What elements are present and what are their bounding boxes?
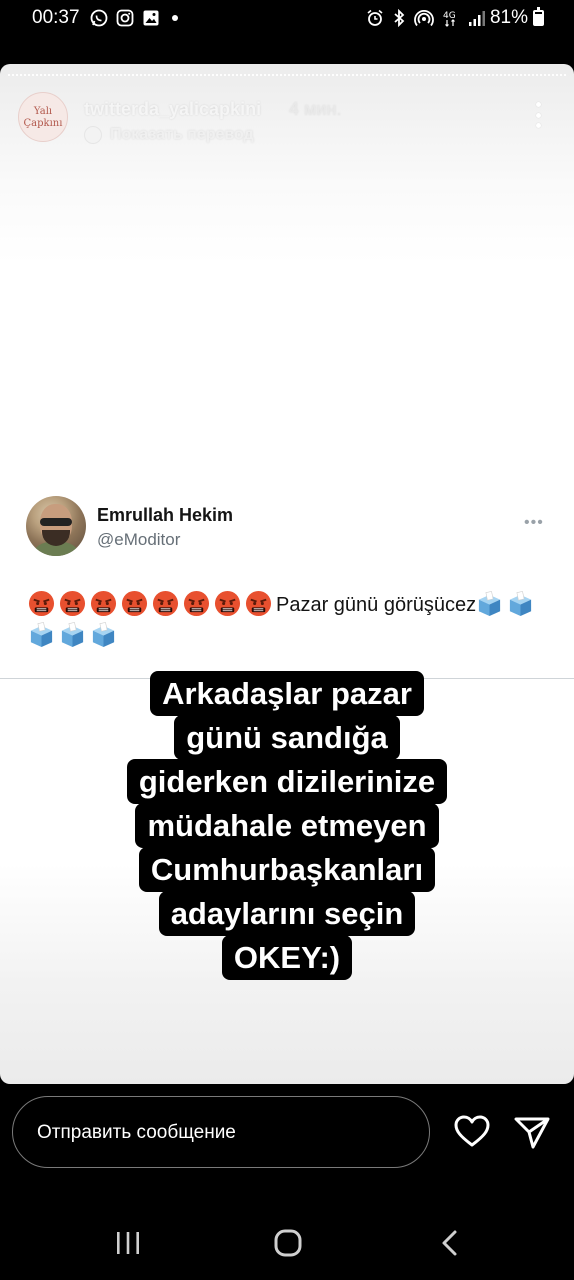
angry-face-emoji	[214, 590, 241, 617]
story-time-ago: 4 мин.	[289, 99, 342, 119]
angry-emoji-row	[28, 590, 276, 617]
gallery-icon	[143, 10, 159, 26]
bluetooth-icon	[394, 9, 405, 27]
4g-data-icon: 4G	[443, 11, 456, 27]
story-header: Yalı Çapkını twitterda_yalicapkini 4 мин…	[0, 64, 574, 164]
svg-text:4G: 4G	[443, 11, 456, 21]
battery-fill	[535, 14, 542, 24]
tweet-author-handle: @eModitor	[97, 530, 181, 549]
caption-line: Arkadaşlar pazar	[150, 671, 424, 716]
tweet-author-name: Emrullah Hekim	[97, 505, 234, 525]
angry-face-emoji	[245, 590, 272, 617]
instagram-icon	[116, 9, 134, 27]
story-username[interactable]: twitterda_yalicapkini	[84, 99, 261, 120]
whatsapp-icon	[90, 9, 108, 27]
tweet-text-content: Pazar günü görüşücez	[276, 594, 477, 616]
angry-face-emoji	[183, 590, 210, 617]
heart-icon[interactable]	[452, 1112, 492, 1152]
caption-line: günü sandığa	[174, 715, 400, 760]
ballot-box-emoji	[510, 591, 532, 617]
signal-icon	[469, 11, 485, 26]
recent-apps-icon[interactable]	[114, 1230, 142, 1256]
status-time: 00:37	[32, 7, 80, 28]
caption-line: giderken dizilerinize	[126, 759, 448, 804]
send-icon[interactable]	[512, 1112, 552, 1152]
tweet-card: Emrullah Hekim @eModitor ••• Pazar günü …	[0, 484, 574, 680]
status-left-icons	[90, 9, 182, 27]
ballot-box-emoji	[30, 622, 53, 648]
dot-icon	[172, 15, 178, 21]
message-input[interactable]: Отправить сообщение	[12, 1096, 430, 1168]
caption-line: OKEY:)	[221, 935, 353, 980]
battery-icon	[533, 7, 544, 26]
angry-face-emoji	[90, 590, 117, 617]
ballot-box-emoji	[61, 622, 84, 648]
caption-line: müdahale etmeyen	[135, 803, 439, 848]
angry-face-emoji	[59, 590, 86, 617]
angry-face-emoji	[152, 590, 179, 617]
translate-icon	[84, 126, 102, 144]
angry-face-emoji	[28, 590, 55, 617]
tweet-text: Pazar günü görüşücez	[28, 590, 548, 652]
ballot-box-emoji	[92, 622, 115, 648]
yali-capkini-logo: Yalı Çapkını	[24, 106, 63, 129]
battery-percent: 81%	[489, 7, 528, 28]
back-icon[interactable]	[436, 1228, 464, 1258]
alarm-icon	[367, 9, 383, 26]
story-caption: Arkadaşlar pazar günü sandığa giderken diz…	[60, 671, 514, 980]
svg-text:Çapkını: Çapkını	[24, 118, 63, 129]
home-icon[interactable]	[273, 1228, 303, 1258]
angry-face-emoji	[121, 590, 148, 617]
story-card[interactable]: Yalı Çapkını twitterda_yalicapkini 4 мин…	[0, 64, 574, 1084]
ballot-box-emoji	[479, 591, 501, 617]
svg-text:Yalı: Yalı	[33, 106, 52, 117]
message-input-placeholder: Отправить сообщение	[37, 1122, 236, 1143]
more-options-icon[interactable]	[528, 100, 548, 130]
translate-button[interactable]: Показать перевод	[84, 126, 254, 144]
caption-line: Cumhurbaşkanları	[138, 847, 436, 892]
tweet-more-icon: •••	[524, 514, 544, 531]
hotspot-icon	[414, 10, 434, 27]
tweet-avatar	[26, 496, 86, 556]
status-right-icons: 4G	[366, 9, 486, 27]
caption-line: adaylarını seçin	[158, 891, 416, 936]
story-avatar[interactable]: Yalı Çapkını	[18, 92, 68, 142]
status-bar: 00:37 4G 81%	[0, 0, 574, 36]
translate-label: Показать перевод	[110, 126, 254, 143]
